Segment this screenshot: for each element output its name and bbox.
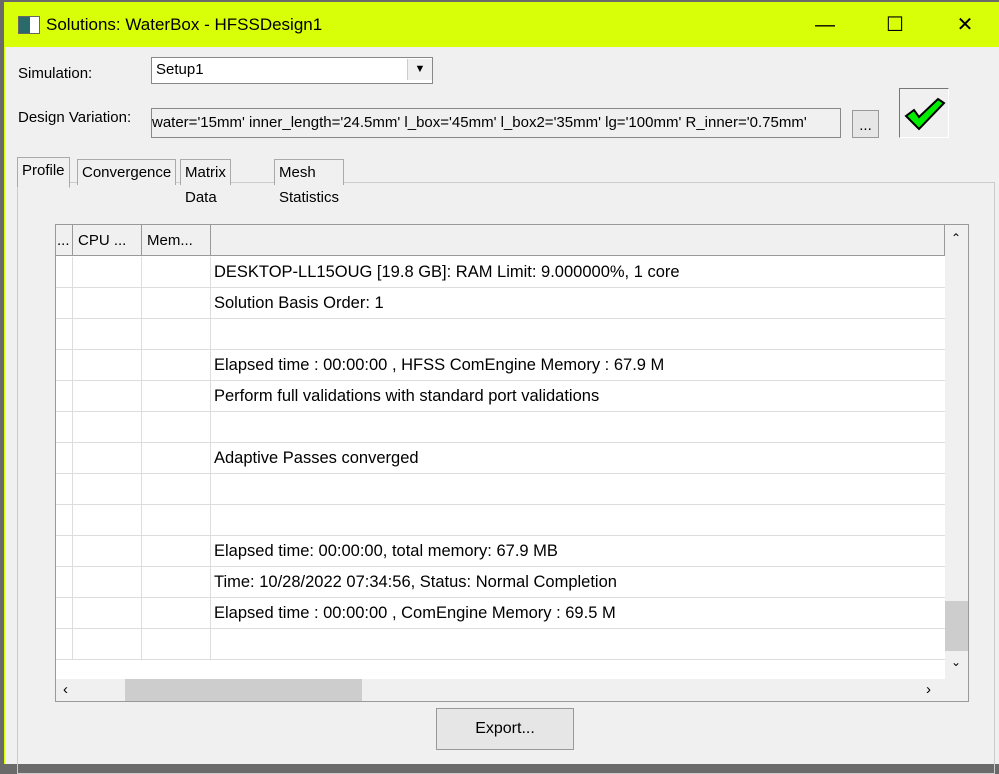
title-bar: Solutions: WaterBox - HFSSDesign1 — ☐ ✕	[5, 2, 999, 47]
column-header[interactable]: ...	[56, 225, 73, 256]
table-row[interactable]	[56, 505, 945, 536]
table-row[interactable]: Elapsed time : 00:00:00 , ComEngine Memo…	[56, 598, 945, 629]
tab-convergence[interactable]: Convergence	[77, 159, 177, 185]
table-row[interactable]: Elapsed time: 00:00:00, total memory: 67…	[56, 536, 945, 567]
simulation-label: Simulation:	[18, 65, 93, 82]
table-row[interactable]: Perform full validations with standard p…	[56, 381, 945, 412]
scroll-left-icon[interactable]: ‹	[63, 681, 68, 698]
horizontal-scrollbar[interactable]: ‹ ›	[56, 679, 968, 701]
row-text: Elapsed time : 00:00:00 , ComEngine Memo…	[214, 604, 616, 622]
table-row[interactable]: Elapsed time : 00:00:00 , HFSS ComEngine…	[56, 350, 945, 381]
tab-matrix-data[interactable]: Matrix Data	[180, 159, 231, 206]
checkmark-icon	[904, 97, 946, 131]
table-row[interactable]: Adaptive Passes converged	[56, 443, 945, 474]
minimize-button[interactable]: —	[805, 10, 845, 40]
scroll-right-icon[interactable]: ›	[926, 681, 931, 698]
column-header-info[interactable]	[211, 225, 945, 256]
column-header-cpu[interactable]: CPU ...	[73, 225, 142, 256]
table-row[interactable]	[56, 412, 945, 443]
maximize-button[interactable]: ☐	[875, 10, 915, 40]
solutions-window: Solutions: WaterBox - HFSSDesign1 — ☐ ✕ …	[4, 2, 999, 774]
table-row[interactable]: Solution Basis Order: 1	[56, 288, 945, 319]
row-text: Perform full validations with standard p…	[214, 387, 600, 405]
tab-profile[interactable]: Profile	[17, 157, 70, 188]
scroll-down-icon[interactable]: ⌄	[951, 655, 961, 669]
table-row[interactable]	[56, 629, 945, 660]
scroll-up-icon[interactable]: ⌃	[951, 231, 961, 245]
status-indicator	[899, 88, 949, 138]
table-row[interactable]	[56, 319, 945, 350]
tab-mesh-statistics[interactable]: Mesh Statistics	[274, 159, 345, 206]
table-row[interactable]: Time: 10/28/2022 07:34:56, Status: Norma…	[56, 567, 945, 598]
app-icon	[18, 16, 40, 34]
design-variation-field[interactable]: water='15mm' inner_length='24.5mm' l_box…	[151, 108, 841, 138]
simulation-value: Setup1	[156, 61, 204, 78]
export-button[interactable]: Export...	[436, 708, 574, 750]
row-text: Elapsed time: 00:00:00, total memory: 67…	[214, 542, 558, 560]
row-text: Solution Basis Order: 1	[214, 294, 384, 312]
vertical-scroll-thumb[interactable]	[945, 601, 968, 651]
profile-table: ... CPU ... Mem... DESKTOP-LL15OUG [19.8…	[55, 224, 969, 702]
vertical-scrollbar[interactable]: ⌃ ⌄	[945, 225, 968, 679]
window-title: Solutions: WaterBox - HFSSDesign1	[46, 15, 323, 34]
row-text: Time: 10/28/2022 07:34:56, Status: Norma…	[214, 573, 617, 591]
column-header-memory[interactable]: Mem...	[142, 225, 211, 256]
row-text: Adaptive Passes converged	[214, 449, 419, 467]
chevron-down-icon[interactable]: ▼	[407, 59, 432, 80]
row-text: DESKTOP-LL15OUG [19.8 GB]: RAM Limit: 9.…	[214, 263, 680, 281]
design-variation-value: water='15mm' inner_length='24.5mm' l_box…	[152, 114, 807, 131]
row-text: Elapsed time : 00:00:00 , HFSS ComEngine…	[214, 356, 665, 374]
simulation-select[interactable]: Setup1 ▼	[151, 57, 433, 84]
browse-variation-button[interactable]: ...	[852, 110, 879, 138]
horizontal-scroll-thumb[interactable]	[125, 679, 362, 701]
table-row[interactable]: DESKTOP-LL15OUG [19.8 GB]: RAM Limit: 9.…	[56, 257, 945, 288]
design-variation-label: Design Variation:	[18, 109, 132, 126]
close-button[interactable]: ✕	[945, 10, 985, 40]
table-row[interactable]	[56, 474, 945, 505]
